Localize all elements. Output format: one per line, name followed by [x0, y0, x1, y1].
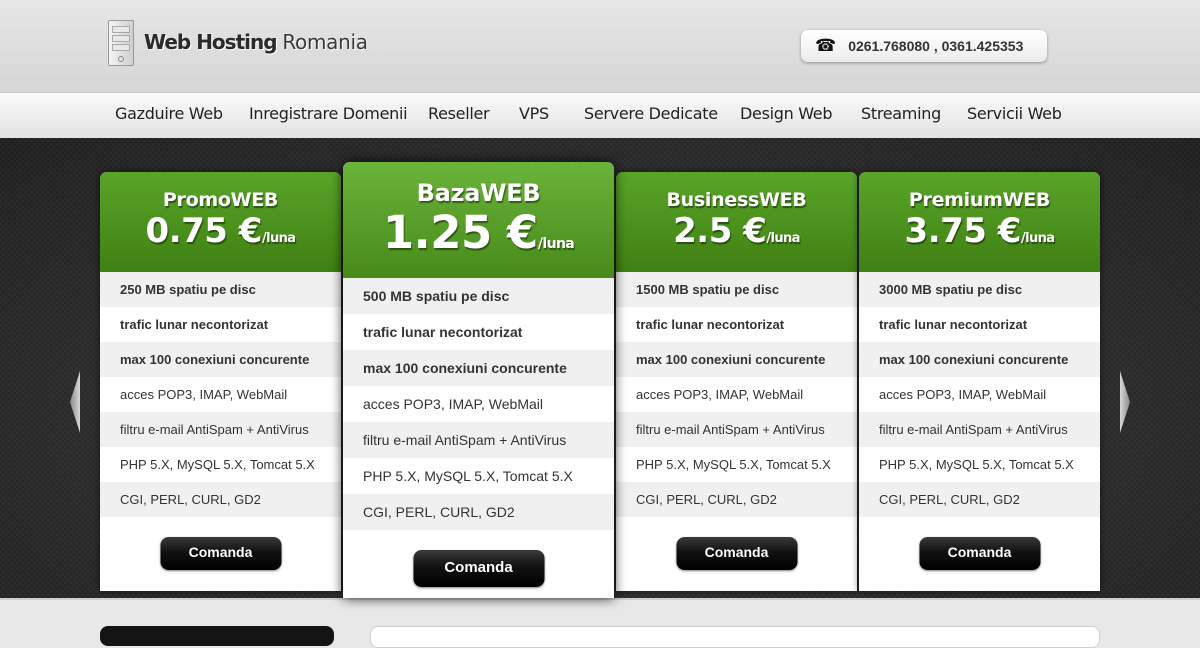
plan-price-line: 0.75 €/luna	[100, 211, 341, 251]
feature-item: trafic lunar necontorizat	[859, 307, 1100, 342]
logo[interactable]: Web Hosting Romania	[102, 16, 368, 68]
order-button[interactable]: Comanda	[676, 537, 797, 570]
order-button[interactable]: Comanda	[413, 550, 544, 587]
telephone-icon: ☎	[815, 36, 837, 55]
plan-header: BazaWEB 1.25 €/luna	[343, 162, 614, 278]
plan-name: BazaWEB	[416, 179, 541, 207]
plan-price-line: 1.25 €/luna	[343, 207, 614, 259]
plan-name: PremiumWEB	[908, 189, 1051, 211]
plan-features: 1500 MB spatiu pe disc trafic lunar neco…	[616, 272, 857, 517]
logo-text-light: Romania	[282, 30, 368, 54]
feature-item: CGI, PERL, CURL, GD2	[859, 482, 1100, 517]
feature-item: trafic lunar necontorizat	[100, 307, 341, 342]
feature-item: PHP 5.X, MySQL 5.X, Tomcat 5.X	[616, 447, 857, 482]
plan-card-premiumweb: PremiumWEB 3.75 €/luna 3000 MB spatiu pe…	[859, 172, 1100, 591]
plan-price-unit: /luna	[261, 231, 296, 246]
nav-item-gazduire-web[interactable]: Gazduire Web	[115, 104, 223, 123]
feature-item: 500 MB spatiu pe disc	[343, 278, 614, 314]
plan-price-unit: /luna	[1020, 231, 1055, 246]
feature-item: acces POP3, IMAP, WebMail	[616, 377, 857, 412]
feature-item: filtru e-mail AntiSpam + AntiVirus	[343, 422, 614, 458]
plan-price-unit: /luna	[537, 236, 575, 252]
feature-item: filtru e-mail AntiSpam + AntiVirus	[616, 412, 857, 447]
feature-item: 1500 MB spatiu pe disc	[616, 272, 857, 307]
logo-text-bold: Web Hosting	[144, 30, 278, 54]
plan-price-unit: /luna	[766, 231, 800, 246]
feature-item: CGI, PERL, CURL, GD2	[343, 494, 614, 530]
nav-item-reseller[interactable]: Reseller	[428, 104, 490, 123]
plan-features: 250 MB spatiu pe disc trafic lunar necon…	[100, 272, 341, 517]
plan-price: 2.5 €	[673, 211, 767, 251]
feature-item: acces POP3, IMAP, WebMail	[100, 377, 341, 412]
logo-text: Web Hosting Romania	[144, 29, 368, 55]
nav-item-servicii-web[interactable]: Servicii Web	[967, 104, 1062, 123]
feature-item: CGI, PERL, CURL, GD2	[100, 482, 341, 517]
feature-item: acces POP3, IMAP, WebMail	[859, 377, 1100, 412]
order-button[interactable]: Comanda	[919, 537, 1040, 570]
plan-card-promoweb: PromoWEB 0.75 €/luna 250 MB spatiu pe di…	[100, 172, 341, 591]
feature-item: filtru e-mail AntiSpam + AntiVirus	[100, 412, 341, 447]
server-icon	[102, 18, 136, 66]
nav-item-servere-dedicate[interactable]: Servere Dedicate	[584, 104, 718, 123]
phone-numbers: 0261.768080 , 0361.425353	[848, 38, 1024, 54]
feature-item: filtru e-mail AntiSpam + AntiVirus	[859, 412, 1100, 447]
plan-price-line: 3.75 €/luna	[859, 211, 1100, 251]
content-box	[370, 626, 1100, 648]
plan-header: PromoWEB 0.75 €/luna	[100, 172, 341, 272]
plan-header: BusinessWEB 2.5 €/luna	[616, 172, 857, 272]
phone-box: ☎ 0261.768080 , 0361.425353	[801, 30, 1047, 62]
order-button[interactable]: Comanda	[160, 537, 281, 570]
plan-price: 1.25 €	[382, 206, 539, 259]
feature-item: acces POP3, IMAP, WebMail	[343, 386, 614, 422]
feature-item: max 100 conexiuni concurente	[616, 342, 857, 377]
feature-item: max 100 conexiuni concurente	[859, 342, 1100, 377]
plan-features: 500 MB spatiu pe disc trafic lunar necon…	[343, 278, 614, 530]
site-header: Web Hosting Romania ☎ 0261.768080 , 0361…	[0, 0, 1200, 92]
plan-features: 3000 MB spatiu pe disc trafic lunar neco…	[859, 272, 1100, 517]
feature-item: PHP 5.X, MySQL 5.X, Tomcat 5.X	[343, 458, 614, 494]
nav-item-streaming[interactable]: Streaming	[861, 104, 941, 123]
nav-item-inregistrare-domenii[interactable]: Inregistrare Domenii	[249, 104, 408, 123]
plan-card-bazaweb: BazaWEB 1.25 €/luna 500 MB spatiu pe dis…	[343, 162, 614, 598]
feature-item: max 100 conexiuni concurente	[343, 350, 614, 386]
plan-price: 3.75 €	[904, 211, 1022, 251]
plan-card-businessweb: BusinessWEB 2.5 €/luna 1500 MB spatiu pe…	[616, 172, 857, 591]
feature-item: trafic lunar necontorizat	[616, 307, 857, 342]
feature-item: max 100 conexiuni concurente	[100, 342, 341, 377]
plan-price-line: 2.5 €/luna	[616, 211, 857, 251]
main-nav: Gazduire Web Inregistrare Domenii Resell…	[0, 92, 1200, 138]
feature-item: 250 MB spatiu pe disc	[100, 272, 341, 307]
plan-price: 0.75 €	[145, 211, 263, 251]
nav-item-vps[interactable]: VPS	[519, 104, 549, 123]
plan-name: BusinessWEB	[666, 189, 807, 211]
feature-item: CGI, PERL, CURL, GD2	[616, 482, 857, 517]
plan-name: PromoWEB	[162, 189, 279, 211]
feature-item: trafic lunar necontorizat	[343, 314, 614, 350]
plan-header: PremiumWEB 3.75 €/luna	[859, 172, 1100, 272]
feature-item: PHP 5.X, MySQL 5.X, Tomcat 5.X	[100, 447, 341, 482]
feature-item: PHP 5.X, MySQL 5.X, Tomcat 5.X	[859, 447, 1100, 482]
nav-item-design-web[interactable]: Design Web	[740, 104, 833, 123]
feature-item: 3000 MB spatiu pe disc	[859, 272, 1100, 307]
sidebar-box	[100, 626, 334, 646]
